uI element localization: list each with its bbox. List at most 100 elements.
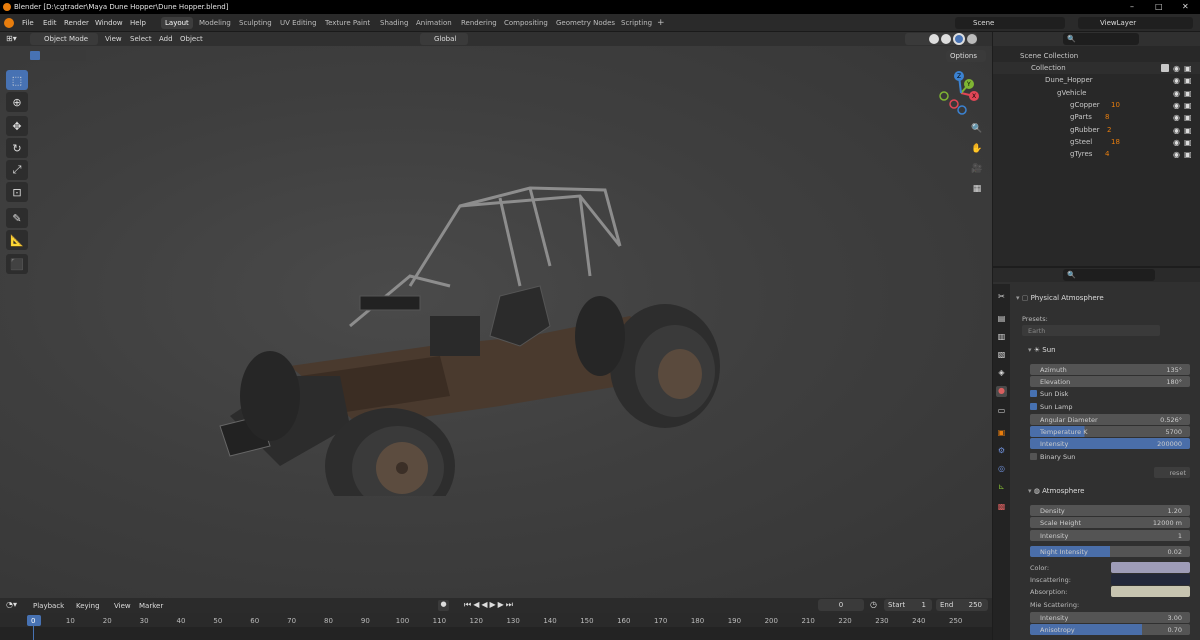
timeline-editor-type-icon[interactable]: ◔▾ — [6, 600, 24, 610]
zoom-icon[interactable]: 🔍 — [968, 120, 986, 138]
tab-scripting[interactable]: Scripting — [617, 17, 656, 29]
transform-icon[interactable]: ⊡ — [6, 182, 28, 202]
outliner-item[interactable]: gVehicle ◉ ▣ — [993, 87, 1200, 99]
render-tab-icon[interactable]: ▤ — [996, 314, 1007, 325]
3d-viewport[interactable]: Options ⬚ ⊕ ✥ ↻ ⤢ ⊡ ✎ 📐 ⬛ X Y Z 🔍 ✋ 🎥 ▦ — [0, 46, 992, 598]
color-swatch[interactable] — [1111, 562, 1190, 573]
sun-lamp-checkbox[interactable]: Sun Lamp — [1030, 403, 1073, 413]
shading-solid-icon[interactable] — [941, 34, 951, 44]
editor-type-icon[interactable]: ⊞▾ — [6, 34, 24, 44]
viewport-menu-object[interactable]: Object — [180, 35, 203, 43]
end-frame-field[interactable]: End 250 — [936, 599, 988, 611]
move-icon[interactable]: ✥ — [6, 116, 28, 136]
eye-icon[interactable]: ◉ — [1173, 76, 1181, 85]
clock-icon[interactable]: ◷ — [870, 600, 880, 610]
tab-uv-editing[interactable]: UV Editing — [276, 17, 321, 29]
world-icon[interactable]: ● — [996, 386, 1007, 397]
shading-wireframe-icon[interactable] — [929, 34, 939, 44]
menu-file[interactable]: File — [22, 19, 34, 27]
viewport-menu-view[interactable]: View — [105, 35, 122, 43]
rotate-icon[interactable]: ↻ — [6, 138, 28, 158]
shading-material-icon[interactable] — [953, 33, 965, 45]
cursor-icon[interactable]: ⊕ — [6, 92, 28, 112]
select-box-icon[interactable]: ⬚ — [6, 70, 28, 90]
sun-intensity-slider[interactable]: Intensity 200000 — [1030, 438, 1190, 449]
angular-diameter-field[interactable]: Angular Diameter 0.526° — [1030, 414, 1190, 425]
absorption-swatch[interactable] — [1111, 586, 1190, 597]
gizmo-neg-z[interactable] — [957, 105, 967, 115]
options-dropdown[interactable]: Options — [946, 50, 986, 62]
select-mode-buttons[interactable] — [28, 50, 86, 61]
menu-edit[interactable]: Edit — [43, 19, 57, 27]
camera-icon[interactable]: 🎥 — [968, 160, 986, 178]
material-tab-icon[interactable]: ▩ — [996, 502, 1007, 513]
scale-height-field[interactable]: Scale Height 12000 m — [1030, 517, 1190, 528]
menu-window[interactable]: Window — [95, 19, 123, 27]
dune-buggy-model[interactable] — [200, 176, 740, 496]
outliner-item[interactable]: gCopper 10 ◉ ▣ — [993, 99, 1200, 111]
measure-icon[interactable]: 📐 — [6, 230, 28, 250]
object-tab-icon[interactable]: ▣ — [996, 428, 1007, 439]
annotate-icon[interactable]: ✎ — [6, 208, 28, 228]
close-button[interactable]: ✕ — [1182, 2, 1189, 11]
viewport-menu-add[interactable]: Add — [159, 35, 173, 43]
temperature-slider[interactable]: Temperature K 5700 — [1030, 426, 1190, 437]
camera-render-icon[interactable]: ▣ — [1184, 138, 1192, 147]
properties-search-input[interactable]: 🔍 — [1063, 269, 1155, 281]
eye-icon[interactable]: ◉ — [1173, 89, 1181, 98]
grid-icon[interactable]: ▦ — [968, 180, 986, 198]
hand-icon[interactable]: ✋ — [968, 140, 986, 158]
menu-render[interactable]: Render — [64, 19, 89, 27]
outliner-collection[interactable]: Collection ◉ ▣ — [993, 62, 1200, 74]
eye-icon[interactable]: ◉ — [1173, 150, 1181, 159]
elevation-field[interactable]: Elevation 180° — [1030, 376, 1190, 387]
camera-render-icon[interactable]: ▣ — [1184, 64, 1192, 73]
outliner-item[interactable]: gSteel 18 ◉ ▣ — [993, 136, 1200, 148]
camera-render-icon[interactable]: ▣ — [1184, 113, 1192, 122]
exclude-checkbox-icon[interactable] — [1161, 64, 1169, 72]
blender-menu-icon[interactable] — [4, 18, 14, 28]
presets-dropdown[interactable]: Earth — [1022, 325, 1160, 336]
view-layer-tab-icon[interactable]: ▧ — [996, 350, 1007, 361]
tab-texture-paint[interactable]: Texture Paint — [321, 17, 374, 29]
view-layer-selector[interactable]: ViewLayer — [1078, 17, 1193, 29]
data-tab-icon[interactable]: ⊾ — [996, 482, 1007, 493]
sun-subpanel-header[interactable]: ▾ ☀ Sun — [1028, 346, 1128, 357]
outliner-scene-collection[interactable]: Scene Collection — [993, 50, 1200, 62]
reset-button[interactable]: reset — [1154, 467, 1190, 478]
record-button[interactable]: ● — [438, 600, 449, 611]
transform-orientation-dropdown[interactable]: Global — [420, 33, 468, 45]
inscattering-swatch[interactable] — [1111, 574, 1190, 585]
timeline-menu-marker[interactable]: Marker — [139, 602, 163, 610]
shading-mode-buttons[interactable] — [905, 33, 977, 45]
shading-rendered-icon[interactable] — [967, 34, 977, 44]
object-mode-dropdown[interactable]: Object Mode — [30, 33, 98, 45]
add-workspace-button[interactable]: + — [653, 16, 669, 28]
tab-shading[interactable]: Shading — [376, 17, 412, 29]
tab-geometry-nodes[interactable]: Geometry Nodes — [552, 17, 619, 29]
menu-help[interactable]: Help — [130, 19, 146, 27]
timeline-menu-keying[interactable]: Keying — [76, 602, 100, 610]
anisotropy-slider[interactable]: Anisotropy 0.70 — [1030, 624, 1190, 635]
outliner-item[interactable]: gTyres 4 ◉ ▣ — [993, 148, 1200, 160]
modifier-tab-icon[interactable]: ⚙ — [996, 446, 1007, 457]
tab-sculpting[interactable]: Sculpting — [235, 17, 276, 29]
gizmo-neg-x[interactable] — [949, 99, 959, 109]
minimize-button[interactable]: – — [1130, 2, 1134, 11]
timeline-menu-view[interactable]: View — [114, 602, 131, 610]
maximize-button[interactable]: □ — [1155, 2, 1163, 11]
eye-icon[interactable]: ◉ — [1173, 101, 1181, 110]
navigation-gizmo[interactable]: X Y Z — [934, 66, 988, 120]
tab-animation[interactable]: Animation — [412, 17, 456, 29]
tab-compositing[interactable]: Compositing — [500, 17, 552, 29]
camera-render-icon[interactable]: ▣ — [1184, 89, 1192, 98]
night-intensity-slider[interactable]: Night Intensity 0.02 — [1030, 546, 1190, 557]
timeline-menu-playback[interactable]: Playback — [33, 602, 64, 610]
tool-tab-icon[interactable]: ✂ — [996, 292, 1007, 303]
mie-intensity-field[interactable]: Intensity 3.00 — [1030, 612, 1190, 623]
atmosphere-intensity-field[interactable]: Intensity 1 — [1030, 530, 1190, 541]
output-tab-icon[interactable]: ▥ — [996, 332, 1007, 343]
camera-render-icon[interactable]: ▣ — [1184, 101, 1192, 110]
scale-icon[interactable]: ⤢ — [6, 160, 28, 180]
binary-sun-checkbox[interactable]: Binary Sun — [1030, 453, 1075, 463]
